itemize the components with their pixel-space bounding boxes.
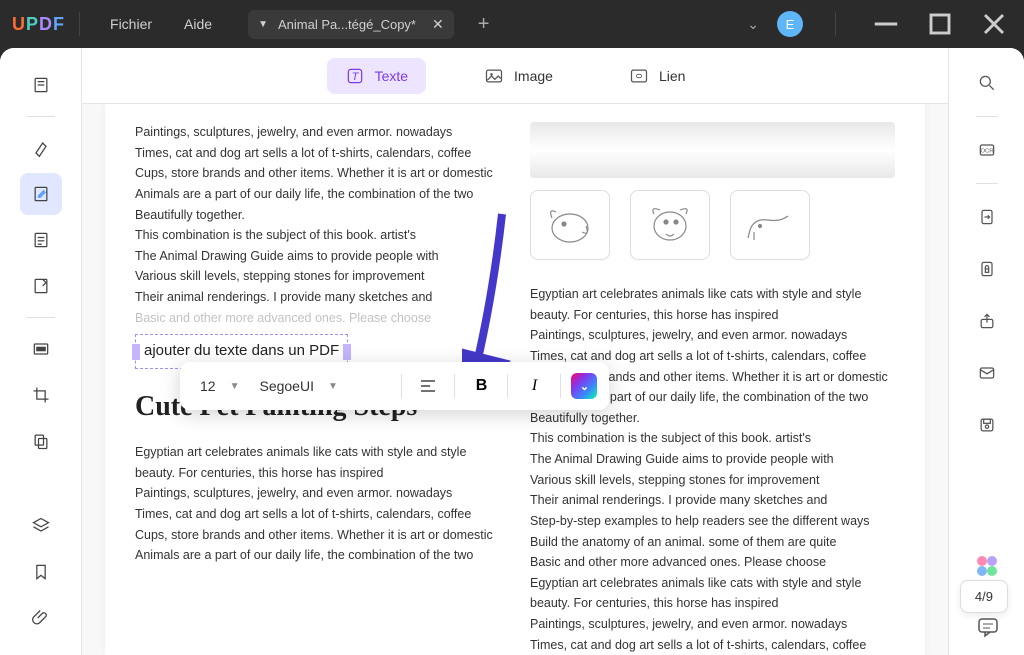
image-mode-button[interactable]: Image (466, 58, 571, 94)
comment-icon[interactable] (976, 615, 1000, 639)
highlight-tool-icon[interactable] (20, 127, 62, 169)
link-mode-button[interactable]: Lien (611, 58, 703, 94)
convert-icon[interactable] (968, 198, 1006, 236)
reader-tool-icon[interactable] (20, 64, 62, 106)
chevron-down-icon: ▼ (328, 381, 338, 392)
dog-sketch-3 (730, 190, 810, 260)
tab-title: Animal Pa...tégé_Copy* (278, 17, 416, 32)
edit-topbar: T Texte Image Lien (82, 48, 948, 104)
text-icon: T (345, 66, 365, 86)
crop-tool-icon[interactable] (20, 374, 62, 416)
layers-icon[interactable] (20, 505, 62, 547)
font-family-select[interactable]: SegoeUI▼ (251, 374, 391, 398)
page-tool-icon[interactable] (20, 219, 62, 261)
font-size-select[interactable]: 12▼ (192, 374, 247, 398)
share-icon[interactable] (968, 302, 1006, 340)
tab-close-icon[interactable]: ✕ (432, 16, 444, 33)
italic-button[interactable]: I (518, 370, 550, 402)
save-icon[interactable] (968, 406, 1006, 444)
image-icon (484, 66, 504, 86)
text-format-toolbar: 12▼ SegoeUI▼ B I (180, 362, 609, 410)
right-sidebar: OCR 4/9 (948, 48, 1024, 655)
dog-sketch-1 (530, 190, 610, 260)
menu-file[interactable]: Fichier (94, 10, 168, 38)
svg-text:T: T (351, 71, 359, 83)
edit-text-tool-icon[interactable] (20, 173, 62, 215)
brand-flower-icon[interactable] (974, 553, 1000, 579)
ocr-icon[interactable]: OCR (968, 131, 1006, 169)
minimize-button[interactable] (868, 9, 904, 39)
copy-tool-icon[interactable] (20, 420, 62, 462)
attachment-icon[interactable] (20, 597, 62, 639)
tab-dropdown-icon[interactable]: ▼ (258, 19, 268, 30)
app-logo: UPDF (12, 14, 65, 35)
align-button[interactable] (412, 370, 444, 402)
menu-help[interactable]: Aide (168, 10, 228, 38)
bold-button[interactable]: B (465, 370, 497, 402)
document-tab[interactable]: ▼ Animal Pa...tégé_Copy* ✕ (248, 10, 454, 39)
new-tab-button[interactable]: + (478, 13, 490, 36)
header-image (530, 122, 895, 178)
link-icon (629, 66, 649, 86)
color-picker-button[interactable] (571, 373, 597, 399)
chevron-down-icon: ▼ (230, 381, 240, 392)
search-icon[interactable] (968, 64, 1006, 102)
email-icon[interactable] (968, 354, 1006, 392)
redact-tool-icon[interactable] (20, 328, 62, 370)
close-button[interactable] (976, 9, 1012, 39)
user-avatar[interactable]: E (777, 11, 803, 37)
sketch-row (530, 190, 895, 260)
dog-sketch-2 (630, 190, 710, 260)
page-indicator[interactable]: 4/9 (960, 580, 1008, 613)
maximize-button[interactable] (922, 9, 958, 39)
left-sidebar (0, 48, 82, 655)
form-tool-icon[interactable] (20, 265, 62, 307)
text-mode-button[interactable]: T Texte (327, 58, 426, 94)
titlebar: UPDF Fichier Aide ▼ Animal Pa...tégé_Cop… (0, 0, 1024, 48)
svg-text:OCR: OCR (980, 149, 993, 155)
bookmark-icon[interactable] (20, 551, 62, 593)
protect-icon[interactable] (968, 250, 1006, 288)
chevron-down-icon[interactable]: ⌄ (747, 16, 759, 33)
